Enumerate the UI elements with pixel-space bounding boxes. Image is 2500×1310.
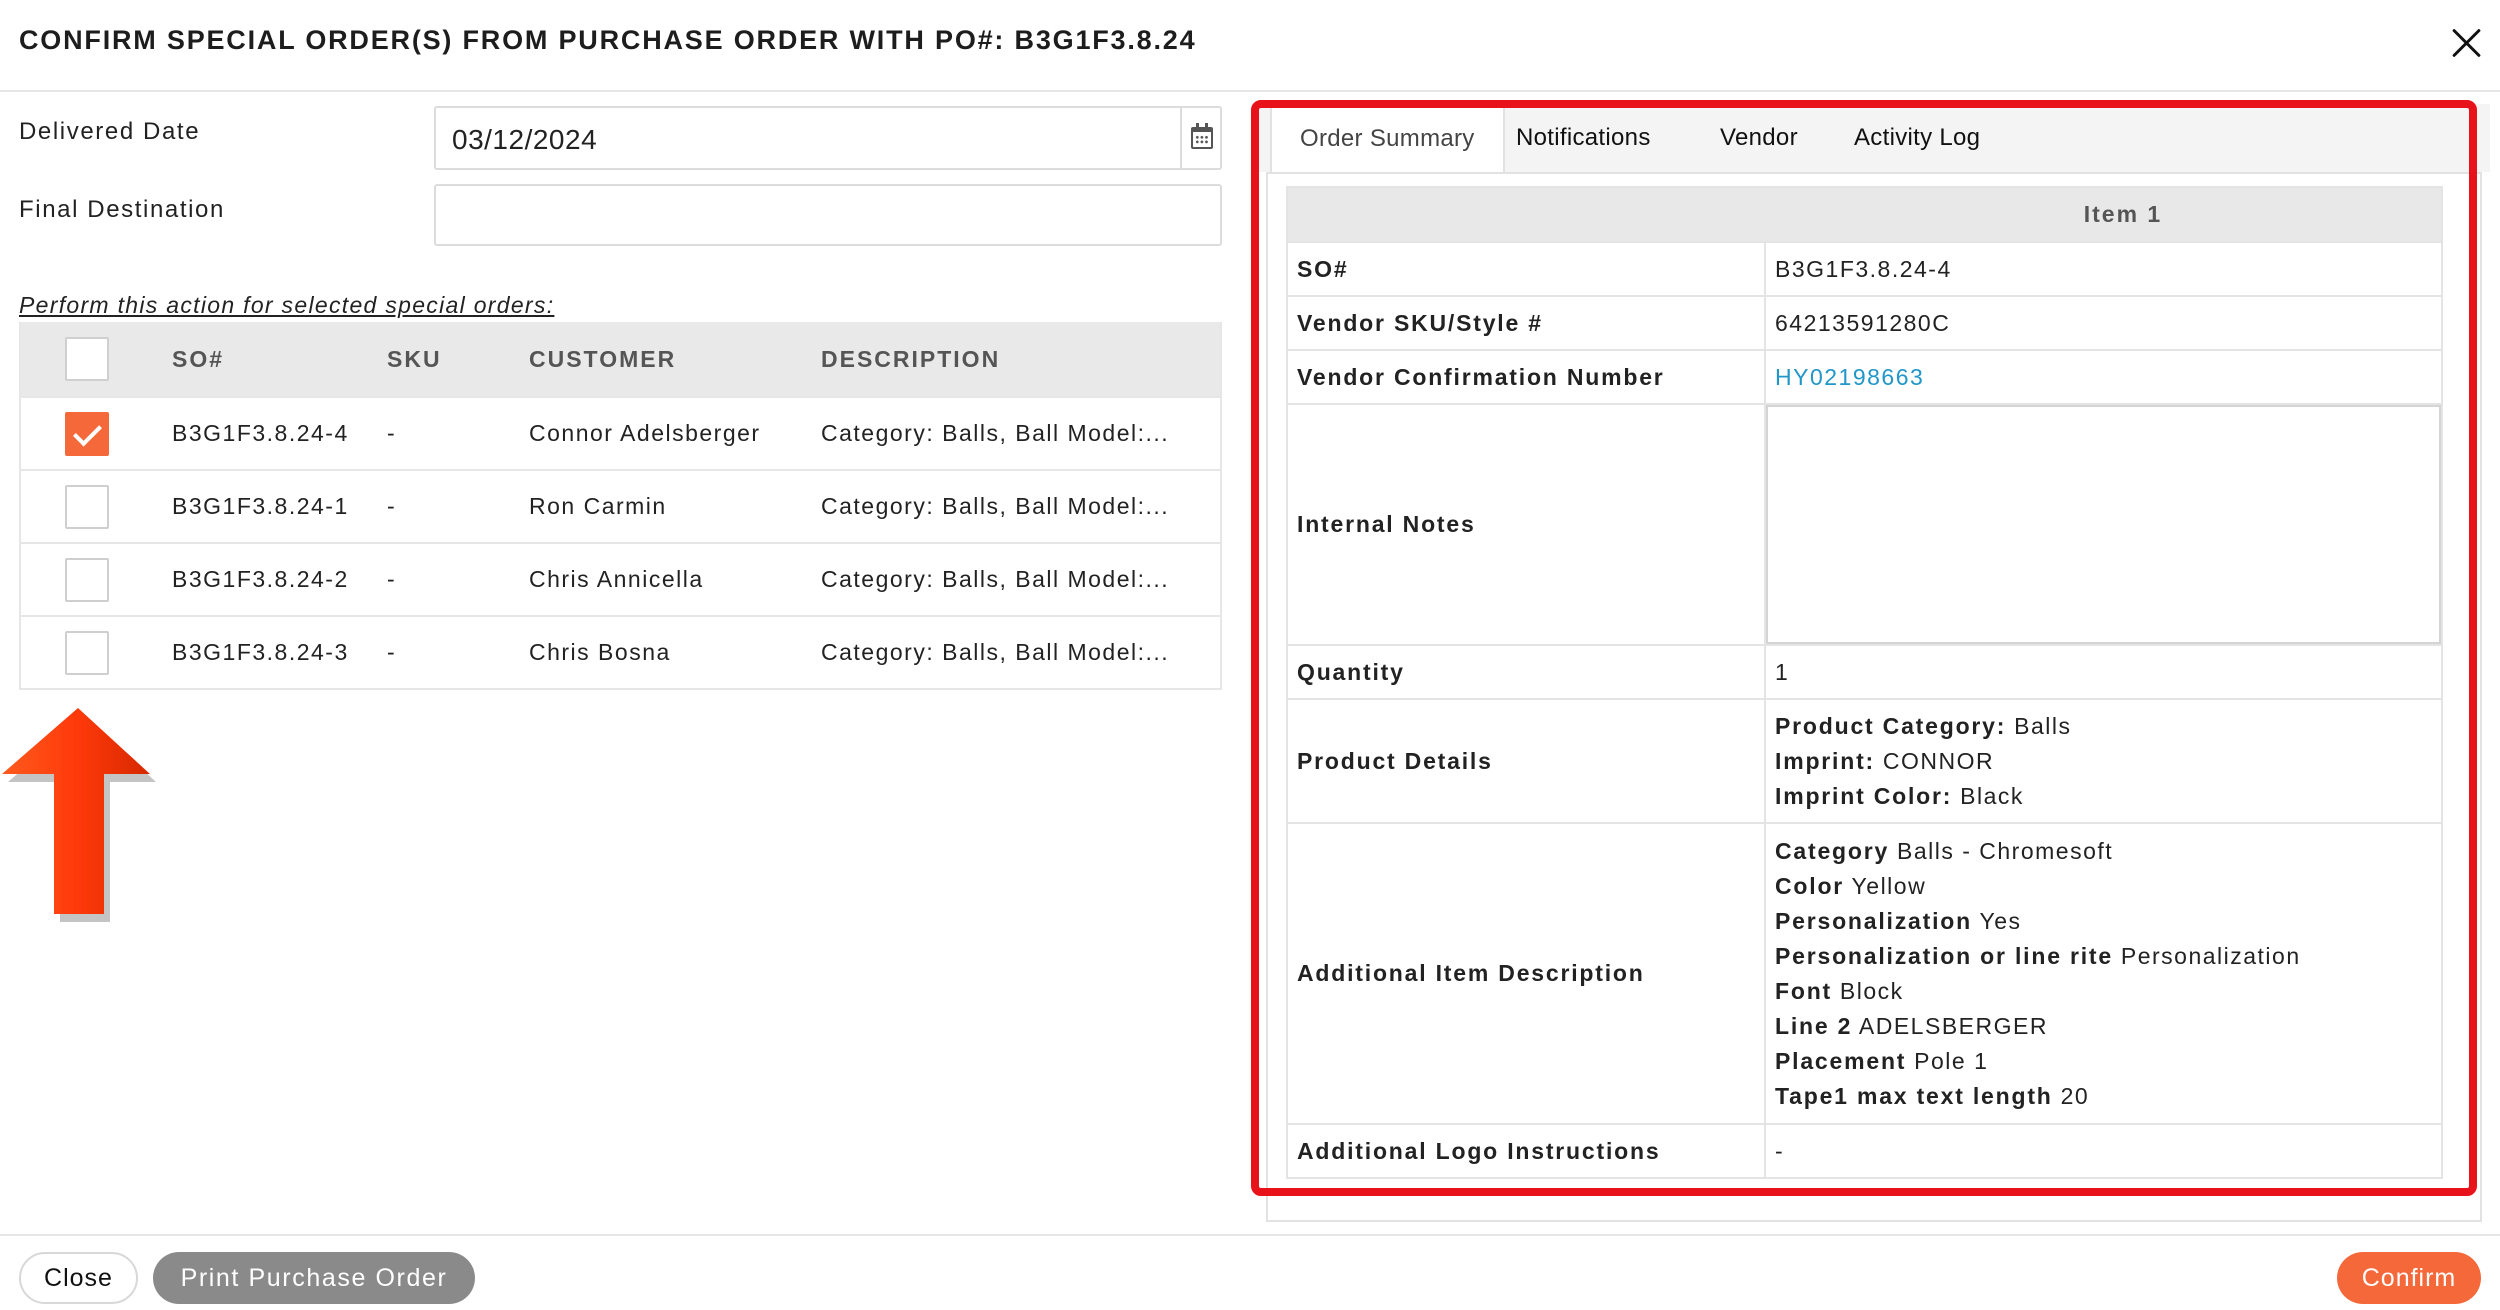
select-all-checkbox[interactable] bbox=[65, 337, 109, 381]
additional-description-label: Additional Item Description bbox=[1288, 824, 1766, 1123]
delivered-date-label: Delivered Date bbox=[19, 118, 201, 145]
row-customer: Connor Adelsberger bbox=[529, 420, 761, 446]
table-header: SO# SKU CUSTOMER DESCRIPTION bbox=[21, 322, 1220, 396]
close-icon[interactable] bbox=[2445, 22, 2489, 66]
final-destination-input[interactable] bbox=[434, 184, 1222, 246]
row-so: B3G1F3.8.24-4 bbox=[172, 420, 349, 446]
quantity-value: 1 bbox=[1775, 658, 1790, 685]
column-header-customer: CUSTOMER bbox=[529, 345, 677, 372]
so-value: B3G1F3.8.24-4 bbox=[1775, 255, 1952, 282]
dialog-footer: Close Print Purchase Order Confirm bbox=[0, 1234, 2500, 1310]
row-description: Category: Balls, Ball Model:... bbox=[821, 493, 1170, 519]
vendor-confirmation-link[interactable]: HY02198663 bbox=[1775, 364, 1924, 391]
final-destination-label: Final Destination bbox=[19, 196, 225, 223]
row-description: Category: Balls, Ball Model:... bbox=[821, 566, 1170, 592]
red-up-arrow-icon bbox=[0, 700, 160, 930]
column-header-sku: SKU bbox=[387, 345, 442, 372]
row-so: B3G1F3.8.24-3 bbox=[172, 639, 349, 665]
row-checkbox[interactable] bbox=[65, 484, 109, 529]
row-sku: - bbox=[387, 639, 397, 665]
logo-instructions-value: - bbox=[1775, 1137, 1785, 1164]
tab-order-summary[interactable]: Order Summary bbox=[1270, 104, 1505, 172]
column-header-so: SO# bbox=[172, 345, 225, 372]
row-checkbox[interactable] bbox=[65, 557, 109, 602]
row-checkbox[interactable] bbox=[65, 411, 109, 456]
row-customer: Chris Annicella bbox=[529, 566, 704, 592]
row-customer: Chris Bosna bbox=[529, 639, 671, 665]
dialog-header: CONFIRM SPECIAL ORDER(S) FROM PURCHASE O… bbox=[0, 0, 2500, 92]
summary-table: Item 1 SO# B3G1F3.8.24-4 Vendor SKU/Styl… bbox=[1286, 186, 2443, 1179]
row-checkbox[interactable] bbox=[65, 630, 109, 675]
special-orders-table: SO# SKU CUSTOMER DESCRIPTION B3G1F3.8.24… bbox=[19, 322, 1222, 690]
product-details-label: Product Details bbox=[1288, 700, 1766, 822]
row-customer: Ron Carmin bbox=[529, 493, 667, 519]
row-description: Category: Balls, Ball Model:... bbox=[821, 420, 1170, 446]
internal-notes-input[interactable] bbox=[1766, 405, 2441, 644]
confirm-button[interactable]: Confirm bbox=[2337, 1252, 2481, 1304]
row-so: B3G1F3.8.24-1 bbox=[172, 493, 349, 519]
table-row[interactable]: B3G1F3.8.24-2 - Chris Annicella Category… bbox=[21, 542, 1220, 615]
tab-vendor[interactable]: Vendor bbox=[1720, 104, 1798, 172]
perform-action-text: Perform this action for selected special… bbox=[19, 292, 555, 318]
row-sku: - bbox=[387, 493, 397, 519]
product-details-value: Product Category: Balls Imprint: CONNOR … bbox=[1775, 712, 2072, 809]
so-label: SO# bbox=[1288, 243, 1766, 295]
vendor-sku-label: Vendor SKU/Style # bbox=[1288, 297, 1766, 349]
close-button[interactable]: Close bbox=[19, 1252, 138, 1304]
calendar-icon bbox=[1191, 123, 1213, 149]
calendar-button[interactable] bbox=[1180, 108, 1220, 168]
delivered-date-value[interactable]: 03/12/2024 bbox=[452, 124, 597, 156]
additional-description-value: Category Balls - Chromesoft Color Yellow… bbox=[1775, 837, 2301, 1109]
table-row[interactable]: B3G1F3.8.24-4 - Connor Adelsberger Categ… bbox=[21, 396, 1220, 469]
tab-activity-log[interactable]: Activity Log bbox=[1854, 104, 1980, 172]
print-purchase-order-button[interactable]: Print Purchase Order bbox=[153, 1252, 475, 1304]
tab-notifications[interactable]: Notifications bbox=[1516, 104, 1651, 172]
quantity-label: Quantity bbox=[1288, 646, 1766, 698]
row-description: Category: Balls, Ball Model:... bbox=[821, 639, 1170, 665]
table-row[interactable]: B3G1F3.8.24-1 - Ron Carmin Category: Bal… bbox=[21, 469, 1220, 542]
row-so: B3G1F3.8.24-2 bbox=[172, 566, 349, 592]
row-sku: - bbox=[387, 420, 397, 446]
order-summary-panel: Order Summary Notifications Vendor Activ… bbox=[1252, 104, 2490, 1222]
dialog-title: CONFIRM SPECIAL ORDER(S) FROM PURCHASE O… bbox=[19, 25, 1197, 55]
item-header: Item 1 bbox=[2083, 201, 2163, 227]
tab-bar: Order Summary Notifications Vendor Activ… bbox=[1270, 104, 2482, 172]
vendor-sku-value: 64213591280C bbox=[1775, 309, 1951, 336]
column-header-description: DESCRIPTION bbox=[821, 345, 1001, 372]
delivered-date-input[interactable]: 03/12/2024 bbox=[434, 106, 1222, 170]
row-sku: - bbox=[387, 566, 397, 592]
internal-notes-label: Internal Notes bbox=[1288, 405, 1766, 644]
table-row[interactable]: B3G1F3.8.24-3 - Chris Bosna Category: Ba… bbox=[21, 615, 1220, 688]
logo-instructions-label: Additional Logo Instructions bbox=[1288, 1125, 1766, 1177]
vendor-confirmation-label: Vendor Confirmation Number bbox=[1288, 351, 1766, 403]
